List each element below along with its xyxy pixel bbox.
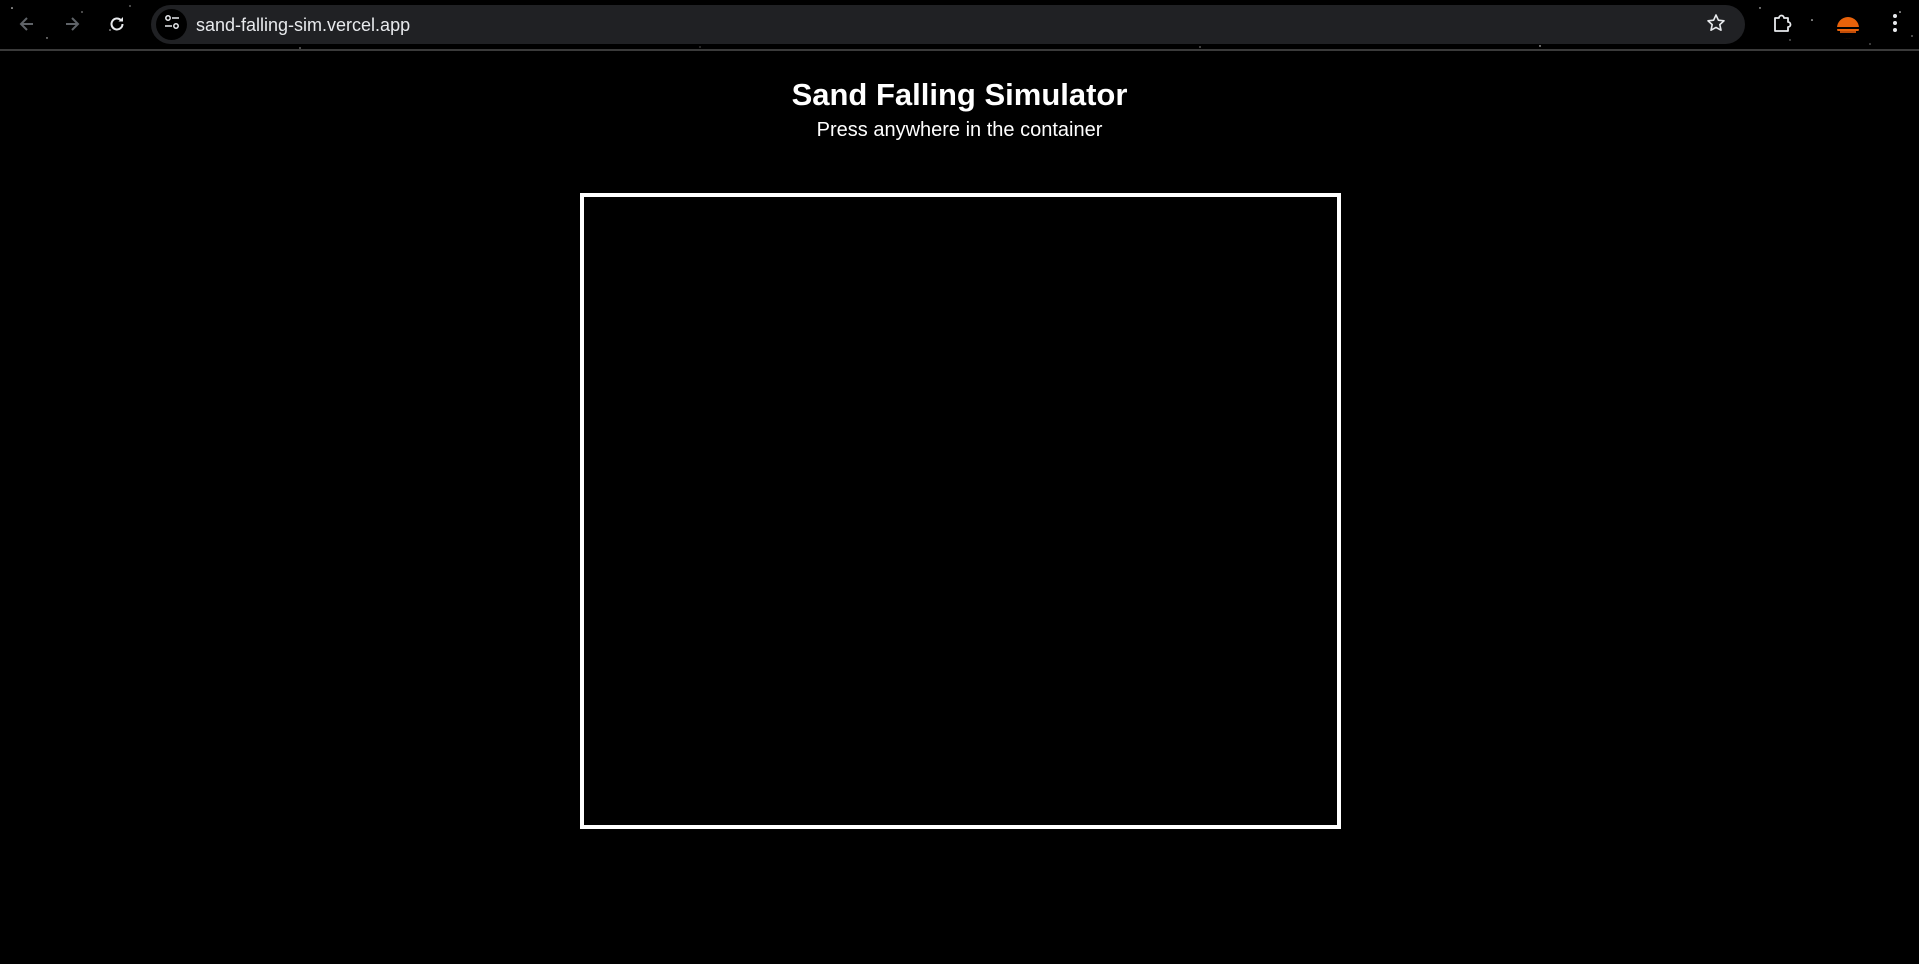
sand-container[interactable] — [580, 193, 1341, 829]
page-subtitle: Press anywhere in the container — [816, 119, 1103, 141]
bookmark-button[interactable] — [1705, 13, 1727, 38]
back-button[interactable] — [12, 9, 42, 39]
reload-button[interactable] — [102, 9, 132, 39]
site-info-button[interactable] — [156, 9, 187, 40]
arrow-left-icon — [17, 14, 37, 34]
star-icon — [1706, 13, 1726, 38]
avatar[interactable] — [1834, 11, 1862, 39]
address-bar[interactable]: sand-falling-sim.vercel.app — [151, 5, 1745, 44]
browser-toolbar: sand-falling-sim.vercel.app — [0, 0, 1919, 51]
puzzle-icon — [1771, 12, 1793, 39]
reload-icon — [107, 14, 127, 34]
browser-menu-button[interactable] — [1885, 10, 1905, 40]
extensions-button[interactable] — [1767, 10, 1797, 40]
forward-button[interactable] — [57, 9, 87, 39]
page-title: Sand Falling Simulator — [791, 77, 1128, 112]
arrow-right-icon — [62, 14, 82, 34]
tune-icon — [163, 13, 181, 36]
kebab-menu-icon — [1892, 13, 1898, 38]
url-text[interactable]: sand-falling-sim.vercel.app — [196, 15, 410, 35]
